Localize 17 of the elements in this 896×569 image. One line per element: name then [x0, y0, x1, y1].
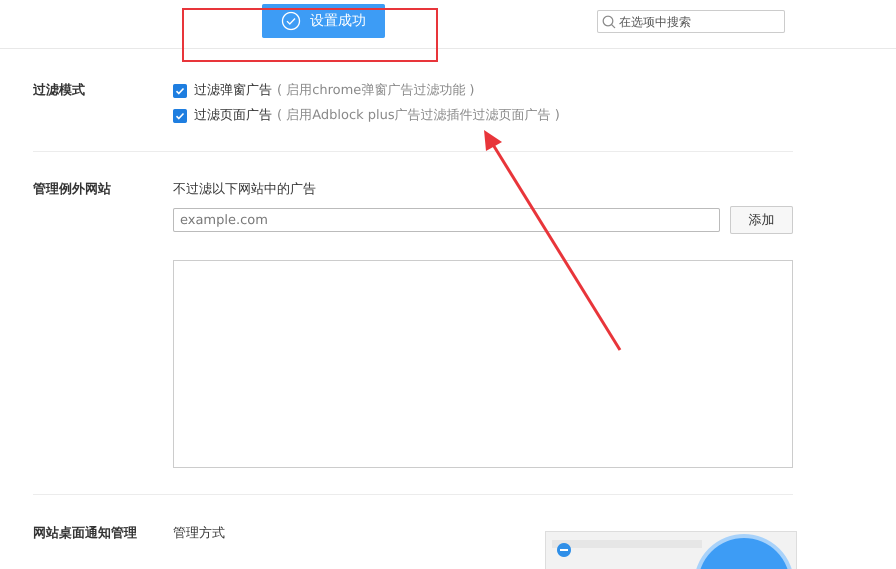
checkmark-icon — [175, 86, 185, 96]
section-label: 网站桌面通知管理 — [33, 525, 138, 543]
option-label: 过滤弹窗广告 ( 启用chrome弹窗广告过滤功能 ) — [194, 82, 474, 100]
section-label: 管理例外网站 — [33, 181, 112, 199]
checkmark-icon — [175, 111, 185, 121]
description-text: 不过滤以下网站中的广告 — [173, 181, 317, 199]
subtitle-text: 管理方式 — [173, 525, 226, 543]
toast-text: 设置成功 — [310, 12, 366, 30]
checkbox[interactable] — [173, 84, 187, 98]
search-icon — [602, 14, 616, 28]
check-circle-icon — [281, 11, 301, 31]
option-label: 过滤页面广告 ( 启用Adblock plus广告过滤插件过滤页面广告 ) — [194, 107, 560, 125]
section-label: 过滤模式 — [33, 82, 86, 100]
add-button[interactable]: 添加 — [730, 206, 793, 234]
checkbox[interactable] — [173, 109, 187, 123]
search-field[interactable]: 在选项中搜索 — [597, 10, 785, 33]
url-input[interactable]: example.com — [173, 208, 720, 232]
